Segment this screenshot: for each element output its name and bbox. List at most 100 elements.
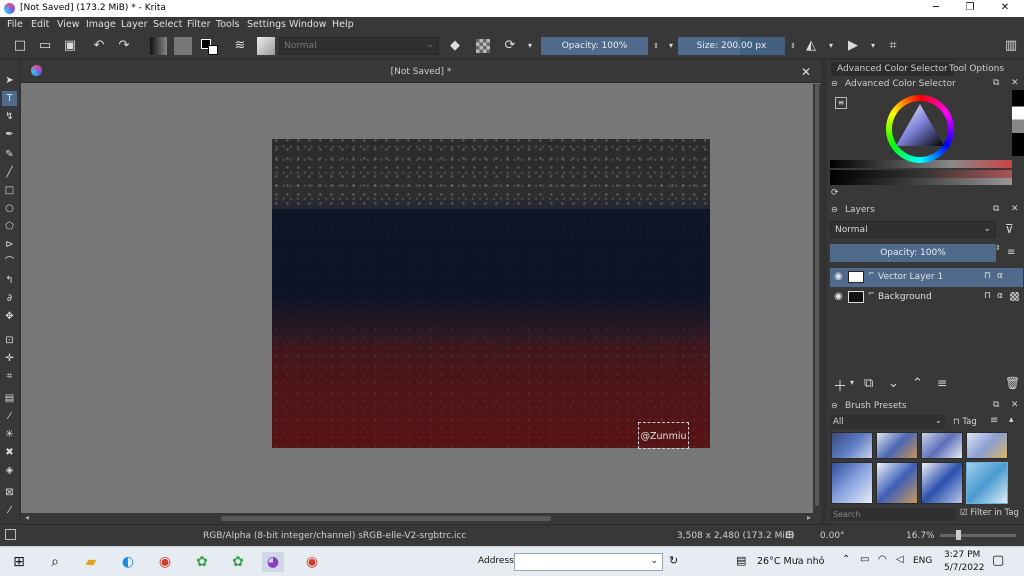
menu-help[interactable]: Help (332, 19, 354, 30)
layer-properties-icon[interactable]: ≡ (937, 376, 947, 390)
bezier-tool-icon[interactable]: ⌒ (2, 255, 17, 270)
close-docker-icon[interactable]: ✕ (1011, 400, 1019, 410)
language-indicator[interactable]: ENG (913, 556, 932, 566)
menu-image[interactable]: Image (86, 19, 116, 30)
visibility-eye-icon[interactable]: ◉ (834, 271, 843, 282)
brush-preset-4[interactable] (966, 432, 1008, 459)
layer-row-vector-layer-1[interactable]: ◉ ⌐ Vector Layer 1 ⊓ α (830, 268, 1023, 287)
menu-settings[interactable]: Settings (247, 19, 286, 30)
lock-icon[interactable]: ⊓ (984, 291, 991, 301)
menu-tools[interactable]: Tools (216, 19, 239, 30)
search-icon[interactable]: ⌕ (44, 552, 66, 572)
mirror-horizontal-icon[interactable]: ◭ (802, 37, 820, 55)
docker-lock-icon[interactable]: ⊖ (831, 205, 838, 214)
brush-preset-5[interactable] (831, 462, 873, 504)
fill-tool-icon[interactable]: ◈ (2, 463, 17, 478)
zoom-value[interactable]: 16.7% (906, 531, 935, 541)
close-docker-icon[interactable]: ✕ (1011, 78, 1019, 88)
scroll-right-icon[interactable]: ▸ (807, 513, 811, 522)
menu-window[interactable]: Window (289, 19, 326, 30)
wifi-icon[interactable]: ◠ (878, 554, 887, 565)
polyline-tool-icon[interactable]: ⊳ (2, 237, 17, 252)
dockers-icon[interactable]: ▥ (1002, 37, 1020, 55)
undo-icon[interactable]: ↶ (90, 37, 108, 55)
move-layer-down-icon[interactable]: ⌄ (888, 376, 899, 391)
size-slider[interactable]: Size: 200.00 px (678, 37, 785, 55)
clock-time[interactable]: 3:27 PM (944, 550, 980, 560)
line-tool-icon[interactable]: ╱ (2, 165, 17, 180)
menu-select[interactable]: Select (153, 19, 182, 30)
measure-tool-icon[interactable]: ⁄ (2, 503, 17, 518)
multibrush-tool-icon[interactable]: ✥ (2, 309, 17, 324)
scrollbar-thumb[interactable] (221, 516, 551, 521)
layer-opacity-slider[interactable]: Opacity: 100% (830, 244, 996, 262)
zoom-slider[interactable] (940, 530, 1016, 540)
assistant-tool-icon[interactable]: ⊠ (2, 485, 17, 500)
redo-icon[interactable]: ↷ (115, 37, 133, 55)
rectangle-tool-icon[interactable]: □ (2, 183, 17, 198)
color-history-strip[interactable] (1012, 90, 1024, 156)
duplicate-layer-icon[interactable]: ⧉ (864, 376, 873, 391)
calligraphy-tool-icon[interactable]: ✒ (2, 127, 17, 142)
menu-view[interactable]: View (57, 19, 80, 30)
refresh-icon[interactable]: ⟳ (831, 188, 839, 198)
scrollbar-thumb[interactable] (815, 84, 819, 506)
address-input[interactable]: ⌄ (514, 553, 663, 571)
brush-preset-2[interactable] (876, 432, 918, 459)
open-folder-icon[interactable]: ▭ (36, 37, 54, 55)
rotation-value[interactable]: 0.00° (820, 531, 845, 541)
brush-view-menu-icon[interactable]: ≡ (990, 415, 998, 426)
new-document-icon[interactable]: □ (11, 37, 29, 55)
tab-advanced-color-selector[interactable]: Advanced Color Selector (831, 62, 954, 76)
brush-preset-icon[interactable] (257, 37, 275, 55)
brush-preset-1[interactable] (831, 432, 873, 459)
polygon-tool-icon[interactable]: ⬠ (2, 219, 17, 234)
freehand-path-tool-icon[interactable]: ↰ (2, 273, 17, 288)
document-tab[interactable]: [Not Saved] * ✕ (21, 60, 821, 83)
save-icon[interactable]: ▣ (61, 37, 79, 55)
smart-patch-tool-icon[interactable]: ✖ (2, 445, 17, 460)
clock-date[interactable]: 5/7/2022 (944, 563, 984, 573)
edit-shapes-tool-icon[interactable]: ↯ (2, 109, 17, 124)
menu-file[interactable]: File (7, 19, 23, 30)
freehand-brush-tool-icon[interactable]: ✎ (2, 147, 17, 162)
minimize-button[interactable]: ─ (919, 0, 953, 17)
app-icon-green-1[interactable]: ✿ (191, 552, 213, 572)
watermark-text-box[interactable]: @Zunmiu (638, 422, 689, 449)
maximize-button[interactable]: ❐ (953, 0, 987, 17)
chrome-icon[interactable]: ◉ (154, 552, 176, 572)
colorize-mask-tool-icon[interactable]: ✳ (2, 427, 17, 442)
transform-tool-icon[interactable]: ⊡ (2, 333, 17, 348)
crop-tool-icon[interactable]: ⌗ (2, 369, 17, 384)
image-dimensions-text[interactable]: 3,508 x 2,480 (173.2 MiB) (677, 531, 795, 541)
menu-filter[interactable]: Filter (187, 19, 211, 30)
layer-blend-mode-select[interactable]: Normal ⌄ (830, 221, 996, 238)
mirror-vertical-icon[interactable]: ▶ (844, 37, 862, 55)
vertical-scrollbar[interactable] (813, 84, 821, 513)
network-icon[interactable]: ▭ (860, 554, 869, 565)
alpha-lock-icon[interactable]: α (997, 291, 1003, 301)
rotation-icon[interactable]: ⊖ (785, 528, 794, 541)
filter-icon[interactable]: ⊽ (1005, 222, 1014, 236)
layer-options-menu-icon[interactable]: ≡ (1007, 247, 1015, 258)
float-docker-icon[interactable]: ⧉ (993, 400, 999, 410)
brush-preset-3[interactable] (921, 432, 963, 459)
chevron-down-icon[interactable]: ▾ (822, 37, 840, 55)
weather-icon[interactable]: ▤ (736, 554, 746, 567)
brush-scroll-icon[interactable]: ▴ (1009, 415, 1014, 425)
chevron-down-icon[interactable]: ▾ (850, 378, 854, 387)
edge-icon[interactable]: ◐ (117, 552, 139, 572)
docker-lock-icon[interactable]: ⊖ (831, 79, 838, 88)
tag-button[interactable]: ⊓ Tag (950, 415, 987, 429)
layer-row-background[interactable]: ◉ ⌐ Background ⊓ α (830, 288, 1023, 307)
app-icon-green-2[interactable]: ✿ (227, 552, 249, 572)
notifications-icon[interactable]: ▢ (992, 553, 1004, 568)
move-layer-up-icon[interactable]: ⌃ (912, 376, 923, 391)
lock-icon[interactable]: ⊓ (984, 271, 991, 281)
alpha-lock-icon[interactable]: α (997, 271, 1003, 281)
wrap-around-icon[interactable]: ⌗ (884, 37, 902, 55)
color-slider-2[interactable] (830, 170, 1012, 178)
move-tool-icon[interactable]: ✛ (2, 351, 17, 366)
float-docker-icon[interactable]: ⧉ (993, 78, 999, 88)
menu-edit[interactable]: Edit (31, 19, 49, 30)
